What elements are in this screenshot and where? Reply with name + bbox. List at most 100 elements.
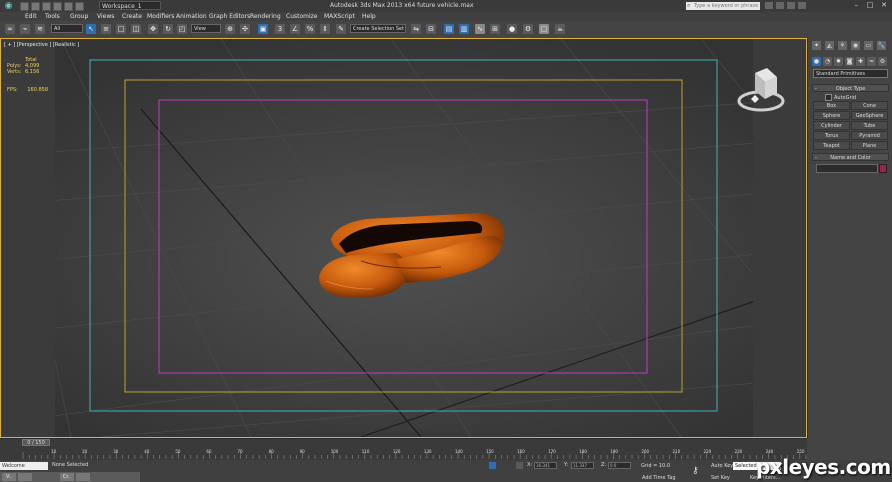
favorites-icon[interactable] <box>776 2 784 9</box>
y-coord-input[interactable]: 11.337 <box>571 462 594 469</box>
bind-space-warp-icon[interactable]: ≋ <box>35 24 45 34</box>
menu-help[interactable]: Help <box>362 13 376 20</box>
move-icon[interactable]: ✥ <box>148 24 158 34</box>
tube-button[interactable]: Tube <box>851 121 888 130</box>
menu-edit[interactable]: Edit <box>25 13 37 20</box>
selection-lock-icon[interactable] <box>489 462 496 469</box>
name-and-color-rollout[interactable]: - Name and Color <box>812 153 889 161</box>
absolute-mode-icon[interactable] <box>516 462 523 469</box>
primitive-type-dropdown[interactable]: Standard Primitives <box>813 69 888 78</box>
select-by-name-icon[interactable]: ≡ <box>101 24 111 34</box>
mirror-icon[interactable]: ⇋ <box>411 24 421 34</box>
taskbar-item-4[interactable] <box>76 473 90 481</box>
menu-customize[interactable]: Customize <box>286 13 318 20</box>
menu-animation[interactable]: Animation <box>176 13 207 20</box>
track-bar[interactable]: 10 20 30 40 50 60 70 80 90 100 110 120 130 140 150 160 1… <box>0 446 807 460</box>
box-button[interactable]: Box <box>813 101 850 110</box>
autogrid-checkbox[interactable] <box>825 94 832 101</box>
cone-button[interactable]: Cone <box>851 101 888 110</box>
menu-modifiers[interactable]: Modifiers <box>147 13 174 20</box>
menu-maxscript[interactable]: MAXScript <box>324 13 355 20</box>
open-file-icon[interactable] <box>31 2 40 11</box>
maximize-icon[interactable]: □ <box>864 1 876 10</box>
sphere-button[interactable]: Sphere <box>813 111 850 120</box>
pyramid-button[interactable]: Pyramid <box>851 131 888 140</box>
add-time-tag-button[interactable]: Add Time Tag <box>642 475 676 481</box>
menu-views[interactable]: Views <box>97 13 114 20</box>
taskbar-item-3[interactable]: Cr.. <box>60 473 74 481</box>
space-warps-icon[interactable]: ≈ <box>867 57 876 66</box>
perspective-viewport[interactable]: [ + ] [Perspective ] [Realistic ] Total … <box>0 38 807 438</box>
schematic-view-icon[interactable]: ⊞ <box>490 24 500 34</box>
window-crossing-icon[interactable]: ◫ <box>131 24 141 34</box>
infocenter-icon[interactable] <box>765 2 773 9</box>
selection-filter-dropdown[interactable]: All <box>51 24 83 33</box>
named-selection-dropdown[interactable]: Create Selection Set <box>350 24 406 33</box>
select-object-icon[interactable]: ↖ <box>86 24 96 34</box>
rendered-frame-window-icon[interactable]: ▢ <box>539 24 549 34</box>
helpers-icon[interactable]: ✚ <box>856 57 865 66</box>
cylinder-button[interactable]: Cylinder <box>813 121 850 130</box>
x-coord-input[interactable]: 16.341 <box>534 462 557 469</box>
app-logo-icon[interactable]: ◉ <box>3 1 14 11</box>
viewcube-icon[interactable] <box>735 65 787 115</box>
workspace-dropdown[interactable]: Workspace_1 <box>99 1 161 10</box>
pivot-center-icon[interactable]: ⊕ <box>225 24 235 34</box>
maxscript-listener-input[interactable]: Welcome <box>0 462 48 470</box>
motion-tab-icon[interactable]: ◉ <box>851 41 860 50</box>
select-manipulate-icon[interactable]: ✣ <box>240 24 250 34</box>
render-setup-icon[interactable]: ⚙ <box>523 24 533 34</box>
help-icon[interactable] <box>787 2 795 9</box>
graphite-toolbar-icon[interactable]: ▥ <box>459 24 469 34</box>
plane-button[interactable]: Plane <box>851 141 888 150</box>
unlink-icon[interactable]: ⌁ <box>20 24 30 34</box>
create-tab-icon[interactable]: ✦ <box>812 41 821 50</box>
cameras-icon[interactable]: ◙ <box>845 57 854 66</box>
undo-icon[interactable] <box>53 2 62 11</box>
z-coord-input[interactable]: 0.0 <box>608 462 631 469</box>
geometry-icon[interactable]: ● <box>812 57 821 66</box>
taskbar-item-1[interactable]: V.. <box>2 473 16 481</box>
save-file-icon[interactable] <box>42 2 51 11</box>
object-name-input[interactable] <box>816 164 878 173</box>
scale-icon[interactable]: ◰ <box>177 24 187 34</box>
rotate-icon[interactable]: ↻ <box>163 24 173 34</box>
menu-tools[interactable]: Tools <box>45 13 60 20</box>
help-dropdown-icon[interactable] <box>798 2 806 9</box>
search-input[interactable]: ⌕ Type a keyword or phrase <box>686 2 760 10</box>
hierarchy-tab-icon[interactable]: ⚘ <box>838 41 847 50</box>
auto-key-button[interactable]: Auto Key <box>711 463 733 469</box>
render-production-icon[interactable]: ☕ <box>555 24 565 34</box>
percent-snap-icon[interactable]: % <box>305 24 315 34</box>
select-link-icon[interactable]: ∞ <box>5 24 15 34</box>
teapot-button[interactable]: Teapot <box>813 141 850 150</box>
lights-icon[interactable]: ✹ <box>834 57 843 66</box>
align-icon[interactable]: ⊟ <box>426 24 436 34</box>
display-tab-icon[interactable]: ▭ <box>864 41 873 50</box>
layer-manager-icon[interactable]: ▤ <box>444 24 454 34</box>
modify-tab-icon[interactable]: ◭ <box>825 41 834 50</box>
time-slider-thumb[interactable]: 0 / 150 <box>22 439 50 446</box>
new-file-icon[interactable] <box>20 2 29 11</box>
set-key-button[interactable]: Set Key <box>711 475 730 481</box>
shapes-icon[interactable]: ◔ <box>823 57 832 66</box>
minimize-icon[interactable]: – <box>850 1 862 10</box>
project-folder-icon[interactable] <box>75 2 84 11</box>
geosphere-button[interactable]: GeoSphere <box>851 111 888 120</box>
utilities-tab-icon[interactable]: 🔧 <box>877 41 886 50</box>
angle-snap-icon[interactable]: ∠ <box>290 24 300 34</box>
menu-rendering[interactable]: Rendering <box>250 13 281 20</box>
taskbar-item-2[interactable] <box>18 473 32 481</box>
snaps-toggle-icon[interactable]: 3 <box>275 24 285 34</box>
edit-named-selection-icon[interactable]: ✎ <box>336 24 346 34</box>
key-icon[interactable]: ⚷ <box>692 466 699 476</box>
viewport-label-menu[interactable]: [ + ] [Perspective ] [Realistic ] <box>4 42 79 48</box>
curve-editor-icon[interactable]: ∿ <box>475 24 485 34</box>
menu-create[interactable]: Create <box>122 13 142 20</box>
close-icon[interactable]: ✕ <box>878 1 890 10</box>
torus-button[interactable]: Torus <box>813 131 850 140</box>
material-editor-icon[interactable]: ● <box>507 24 517 34</box>
autogrid-toggle[interactable]: AutoGrid <box>825 94 856 101</box>
reference-coord-dropdown[interactable]: View <box>191 24 221 33</box>
systems-icon[interactable]: ⚙ <box>878 57 887 66</box>
